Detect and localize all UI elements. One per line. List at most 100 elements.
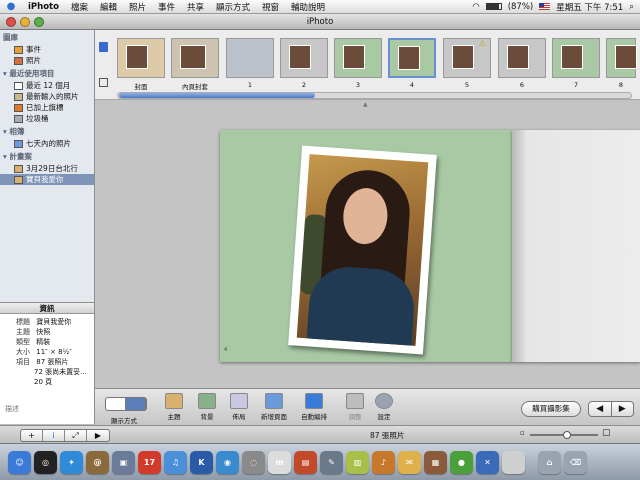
settings-button[interactable]: 設定 bbox=[375, 393, 393, 421]
dock-safari-icon[interactable]: ✦ bbox=[60, 450, 83, 474]
dock-finder-icon[interactable]: ☺ bbox=[8, 450, 31, 474]
menu-window[interactable]: 視窗 bbox=[256, 1, 285, 13]
dock-ical-icon[interactable]: 17 bbox=[138, 450, 161, 474]
minimize-icon[interactable] bbox=[20, 17, 30, 27]
menu-edit[interactable]: 編輯 bbox=[94, 1, 123, 13]
zoom-slider[interactable]: ▫ ▢ bbox=[520, 428, 611, 439]
page-thumbnail[interactable] bbox=[117, 38, 165, 78]
add-page-button[interactable]: 新增頁面 bbox=[261, 393, 287, 421]
info-key: 項目 bbox=[16, 358, 30, 366]
dock-dashboard-icon[interactable]: ◎ bbox=[34, 450, 57, 474]
next-page-button[interactable]: ▶ bbox=[612, 402, 634, 416]
page-thumbnail[interactable] bbox=[388, 38, 436, 78]
menu-app[interactable]: iPhoto bbox=[22, 2, 65, 12]
dock-address-book-icon[interactable]: @ bbox=[86, 450, 109, 474]
resize-handle[interactable]: ▲ bbox=[363, 101, 368, 108]
dock-pen-icon[interactable]: ✎ bbox=[320, 450, 343, 474]
dock-k-app-icon[interactable]: K bbox=[190, 450, 213, 474]
zoom-knob[interactable] bbox=[563, 431, 571, 439]
adjust-button[interactable]: 調整 bbox=[346, 393, 364, 421]
menu-view[interactable]: 顯示方式 bbox=[210, 1, 256, 13]
menu-events[interactable]: 事件 bbox=[152, 1, 181, 13]
page-thumbnail[interactable] bbox=[606, 38, 637, 78]
apple-menu-icon[interactable]: ● bbox=[0, 1, 22, 12]
dock-xcode-icon[interactable]: ✕ bbox=[476, 450, 499, 474]
scrollbar-knob[interactable] bbox=[119, 93, 315, 98]
dock-msn-icon[interactable]: m bbox=[268, 450, 291, 474]
clock[interactable]: 星期五 下午 7:51 bbox=[556, 1, 623, 13]
section-albums[interactable]: ▾ 相簿 bbox=[0, 124, 94, 138]
close-icon[interactable] bbox=[6, 17, 16, 27]
dock-itunes-icon[interactable]: ♫ bbox=[164, 450, 187, 474]
layout-button[interactable]: 佈局 bbox=[230, 393, 248, 421]
sidebar-item-photos[interactable]: 照片 bbox=[0, 55, 94, 66]
page-thumbnail[interactable] bbox=[280, 38, 328, 78]
zoom-icon[interactable] bbox=[34, 17, 44, 27]
dock-chart-icon[interactable]: ▥ bbox=[346, 450, 369, 474]
view-segmented-control[interactable] bbox=[105, 397, 147, 411]
buy-book-button[interactable]: 購買攝影集 bbox=[521, 401, 581, 417]
fullscreen-button[interactable]: ⤢ bbox=[65, 430, 87, 441]
dock-guitar-icon[interactable]: ♪ bbox=[372, 450, 395, 474]
book-page-right[interactable] bbox=[512, 130, 640, 362]
photo-frame[interactable] bbox=[288, 145, 437, 355]
dock-keys-icon[interactable]: ✉ bbox=[398, 450, 421, 474]
flag-icon bbox=[14, 103, 23, 112]
slideshow-button[interactable]: ▶ bbox=[87, 430, 109, 441]
page-thumbnail[interactable] bbox=[552, 38, 600, 78]
section-recent[interactable]: ▾ 最近使用項目 bbox=[0, 66, 94, 80]
info-value[interactable]: 寶貝我愛你 bbox=[36, 318, 71, 326]
dock-dvd-icon[interactable]: ◌ bbox=[242, 450, 265, 474]
events-icon bbox=[14, 45, 23, 54]
dock-utility-icon[interactable]: ◉ bbox=[216, 450, 239, 474]
info-description-label[interactable]: 描述 bbox=[5, 404, 19, 414]
sidebar-item-flagged[interactable]: 已加上旗標 bbox=[0, 102, 94, 113]
previous-page-button[interactable]: ◀ bbox=[589, 402, 612, 416]
sidebar-item-label: 寶貝我愛你 bbox=[26, 175, 64, 184]
page-thumbnail[interactable] bbox=[334, 38, 382, 78]
theme-button[interactable]: 主題 bbox=[165, 393, 183, 421]
sidebar-item-taipei-trip[interactable]: 3月29日台北行 bbox=[0, 163, 94, 174]
dock-green-icon[interactable]: ● bbox=[450, 450, 473, 474]
dock-trash-icon[interactable]: ⌫ bbox=[564, 450, 587, 474]
background-button[interactable]: 背景 bbox=[198, 393, 216, 421]
view-page-button[interactable] bbox=[126, 398, 146, 410]
dock-film-icon[interactable]: ▤ bbox=[294, 450, 317, 474]
page-thumbnail[interactable] bbox=[171, 38, 219, 78]
section-library: 圖庫 bbox=[3, 33, 18, 42]
book-view-icon[interactable] bbox=[99, 42, 108, 52]
page-thumbnail-label: 5 bbox=[464, 81, 470, 89]
autoflow-button[interactable]: 自動編排 bbox=[301, 393, 327, 421]
battery-icon[interactable] bbox=[485, 3, 502, 10]
page-thumbnail[interactable] bbox=[498, 38, 546, 78]
dock-apple-icon[interactable] bbox=[502, 450, 525, 474]
dock-iphoto-icon[interactable]: ▣ bbox=[112, 450, 135, 474]
sidebar-item-events[interactable]: 事件 bbox=[0, 44, 94, 55]
spotlight-icon[interactable]: ⌕ bbox=[629, 2, 634, 12]
source-list: 圖庫 事件 照片 ▾ 最近使用項目 最近 12 個月 最新輸入的照片 已加上旗標… bbox=[0, 30, 95, 302]
warning-icon: ⚠ bbox=[479, 39, 487, 48]
input-flag-icon[interactable] bbox=[539, 3, 551, 10]
menu-share[interactable]: 共享 bbox=[181, 1, 210, 13]
sidebar-item-trash[interactable]: 垃圾桶 bbox=[0, 113, 94, 124]
sidebar-item-baby-i-love-you[interactable]: 寶貝我愛你 bbox=[0, 174, 94, 185]
sidebar-item-last-import[interactable]: 最新輸入的照片 bbox=[0, 91, 94, 102]
dock-downloads-icon[interactable]: ⌂ bbox=[538, 450, 561, 474]
dock-photos-icon[interactable]: ▦ bbox=[424, 450, 447, 474]
sidebar-item-seven-days[interactable]: 七天內的照片 bbox=[0, 138, 94, 149]
wifi-icon[interactable]: ◠ bbox=[472, 2, 479, 12]
menu-photos[interactable]: 照片 bbox=[123, 1, 152, 13]
page-number: 4 bbox=[224, 347, 228, 353]
menu-help[interactable]: 輔助說明 bbox=[285, 1, 331, 13]
page-thumbnail[interactable] bbox=[226, 38, 274, 78]
view-spread-button[interactable] bbox=[106, 398, 126, 410]
photo-image[interactable] bbox=[296, 154, 429, 346]
menu-file[interactable]: 檔案 bbox=[65, 1, 94, 13]
info-button[interactable]: i bbox=[43, 430, 65, 441]
add-button[interactable]: + bbox=[21, 430, 43, 441]
sidebar-item-last-12-months[interactable]: 最近 12 個月 bbox=[0, 80, 94, 91]
layout-view-icon[interactable] bbox=[99, 78, 108, 87]
section-projects[interactable]: ▾ 計畫案 bbox=[0, 149, 94, 163]
photos-icon bbox=[14, 56, 23, 65]
strip-scrollbar[interactable] bbox=[117, 92, 632, 99]
